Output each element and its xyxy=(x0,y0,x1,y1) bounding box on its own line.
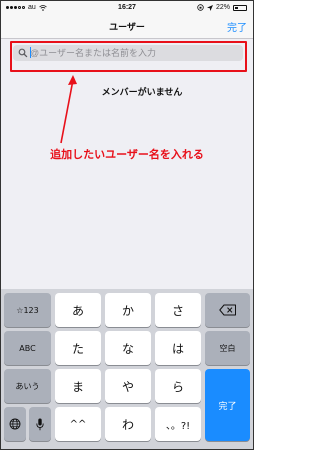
empty-members-message: メンバーがいません xyxy=(101,87,183,97)
key-kana[interactable]: あいう xyxy=(4,369,51,403)
annotation-arrow-icon xyxy=(60,75,77,144)
globe-icon xyxy=(9,418,21,430)
globe-key[interactable] xyxy=(4,407,26,441)
key-ma[interactable]: ま xyxy=(55,369,101,403)
key-ha[interactable]: は xyxy=(155,331,201,365)
space-key[interactable]: 空白 xyxy=(205,331,250,365)
annotation-text: 追加したいユーザー名を入れる xyxy=(50,149,204,161)
page-title: ユーザー xyxy=(109,22,145,32)
navigation-bar: ユーザー 完了 xyxy=(1,15,253,39)
keyboard-done-button[interactable]: 完了 xyxy=(205,369,250,441)
microphone-key[interactable] xyxy=(29,407,51,441)
status-right: 22% xyxy=(197,4,247,11)
keyboard: ☆123 あ か さ ABC た な は 空白 あいう ま や ら ^^ わ 、… xyxy=(1,289,253,449)
rotation-lock-icon xyxy=(197,4,204,11)
key-ta[interactable]: た xyxy=(55,331,101,365)
key-ka[interactable]: か xyxy=(105,293,151,327)
key-numbers[interactable]: ☆123 xyxy=(4,293,51,327)
battery-percent: 22% xyxy=(215,4,230,11)
done-button[interactable]: 完了 xyxy=(227,19,247,34)
search-highlight-box xyxy=(10,41,247,72)
backspace-icon xyxy=(218,304,236,316)
key-na[interactable]: な xyxy=(105,331,151,365)
phone-screen: au 16:27 22% ユーザー 完了 @ユーザー名または名前を入力 メンバー… xyxy=(0,0,254,450)
location-icon xyxy=(206,4,213,11)
key-dakuten[interactable]: ^^ xyxy=(55,407,101,441)
microphone-icon xyxy=(36,418,44,430)
key-wa[interactable]: わ xyxy=(105,407,151,441)
key-ra[interactable]: ら xyxy=(155,369,201,403)
key-ya[interactable]: や xyxy=(105,369,151,403)
backspace-key[interactable] xyxy=(205,293,250,327)
key-a[interactable]: あ xyxy=(55,293,101,327)
battery-icon xyxy=(233,4,247,11)
status-bar: au 16:27 22% xyxy=(1,1,253,15)
key-punctuation[interactable]: 、。?! xyxy=(155,407,201,441)
key-sa[interactable]: さ xyxy=(155,293,201,327)
key-abc[interactable]: ABC xyxy=(4,331,51,365)
